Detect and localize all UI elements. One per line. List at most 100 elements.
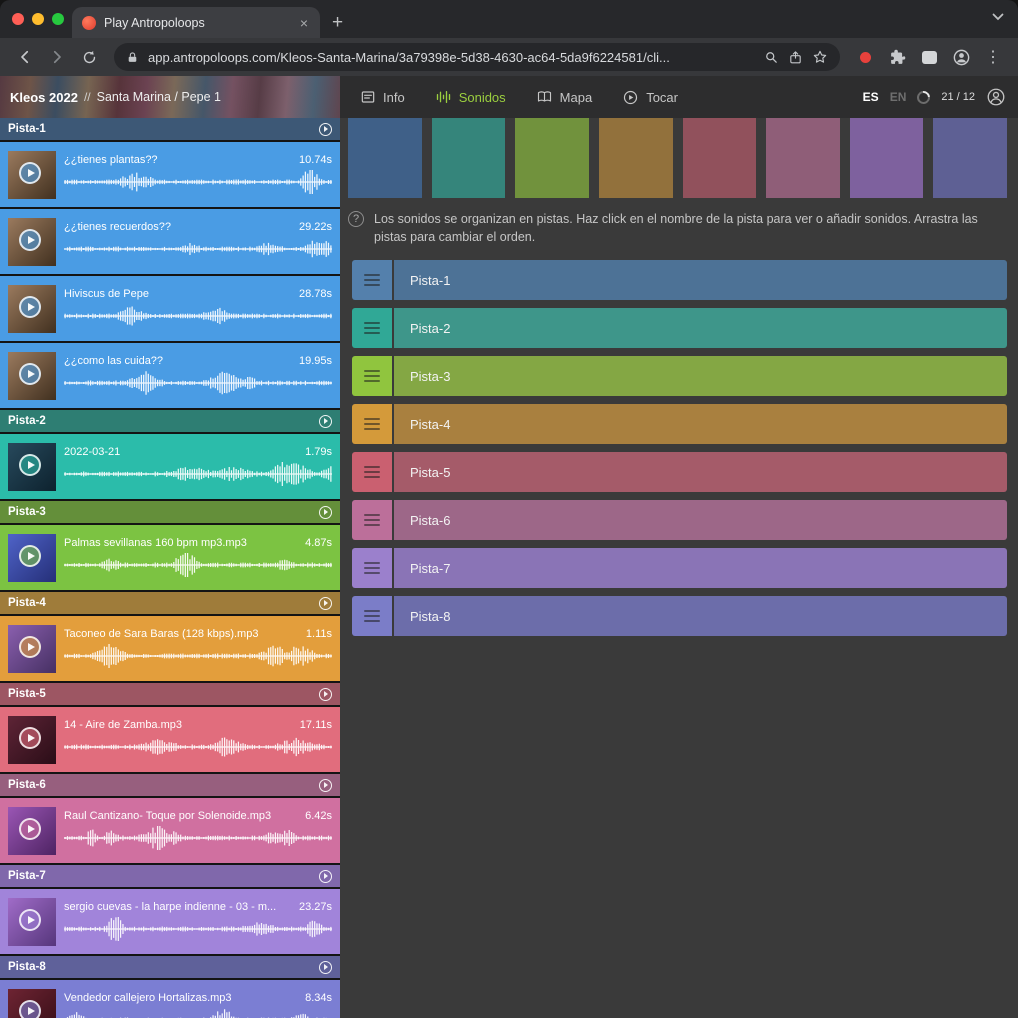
address-bar[interactable]: app.antropoloops.com/Kleos-Santa-Marina/… bbox=[114, 43, 840, 71]
zoom-icon[interactable] bbox=[764, 50, 779, 65]
side-panel-icon[interactable] bbox=[914, 42, 944, 72]
sound-thumbnail[interactable] bbox=[8, 625, 56, 673]
lang-toggle-en[interactable]: EN bbox=[890, 90, 907, 104]
track-row[interactable]: Pista-5 bbox=[352, 452, 1007, 492]
extensions-puzzle-icon[interactable] bbox=[882, 42, 912, 72]
back-button[interactable] bbox=[10, 42, 40, 72]
track-drag-handle[interactable] bbox=[352, 308, 392, 348]
track-play-icon[interactable] bbox=[319, 779, 332, 792]
sound-thumbnail[interactable] bbox=[8, 898, 56, 946]
sound-play-icon[interactable] bbox=[19, 162, 41, 184]
lock-icon[interactable] bbox=[126, 51, 139, 64]
track-play-icon[interactable] bbox=[319, 688, 332, 701]
sidebar-track-header[interactable]: Pista-7 bbox=[0, 865, 340, 887]
clip-swatch[interactable] bbox=[348, 118, 422, 198]
track-row[interactable]: Pista-1 bbox=[352, 260, 1007, 300]
track-drag-handle[interactable] bbox=[352, 356, 392, 396]
track-row-bar[interactable]: Pista-4 bbox=[394, 404, 1007, 444]
track-row[interactable]: Pista-4 bbox=[352, 404, 1007, 444]
track-play-icon[interactable] bbox=[319, 597, 332, 610]
sound-thumbnail[interactable] bbox=[8, 352, 56, 400]
sound-thumbnail[interactable] bbox=[8, 807, 56, 855]
clip-swatch[interactable] bbox=[683, 118, 757, 198]
track-drag-handle[interactable] bbox=[352, 452, 392, 492]
reload-button[interactable] bbox=[74, 42, 104, 72]
nav-tab-sonidos[interactable]: Sonidos bbox=[435, 89, 506, 105]
lang-toggle-es[interactable]: ES bbox=[863, 90, 879, 104]
close-window-button[interactable] bbox=[12, 13, 24, 25]
track-play-icon[interactable] bbox=[319, 415, 332, 428]
sound-play-icon[interactable] bbox=[19, 454, 41, 476]
sound-play-icon[interactable] bbox=[19, 1000, 41, 1018]
track-row-bar[interactable]: Pista-6 bbox=[394, 500, 1007, 540]
breadcrumb-project[interactable]: Kleos 2022 bbox=[10, 90, 78, 105]
forward-button[interactable] bbox=[42, 42, 72, 72]
nav-tab-info[interactable]: Info bbox=[360, 89, 405, 105]
sound-thumbnail[interactable] bbox=[8, 218, 56, 266]
track-play-icon[interactable] bbox=[319, 123, 332, 136]
clip-swatch[interactable] bbox=[850, 118, 924, 198]
track-drag-handle[interactable] bbox=[352, 260, 392, 300]
breadcrumb[interactable]: Kleos 2022 // Santa Marina / Pepe 1 bbox=[0, 76, 340, 118]
track-row[interactable]: Pista-2 bbox=[352, 308, 1007, 348]
sidebar-track-header[interactable]: Pista-2 bbox=[0, 410, 340, 432]
tab-close-icon[interactable]: × bbox=[298, 16, 310, 30]
sound-play-icon[interactable] bbox=[19, 545, 41, 567]
track-drag-handle[interactable] bbox=[352, 548, 392, 588]
sound-item[interactable]: ¿¿tienes recuerdos?? 29.22s bbox=[0, 209, 340, 274]
share-icon[interactable] bbox=[788, 50, 803, 65]
track-row[interactable]: Pista-7 bbox=[352, 548, 1007, 588]
track-row[interactable]: Pista-6 bbox=[352, 500, 1007, 540]
sidebar-track-header[interactable]: Pista-8 bbox=[0, 956, 340, 978]
nav-tab-mapa[interactable]: Mapa bbox=[536, 89, 593, 105]
track-drag-handle[interactable] bbox=[352, 500, 392, 540]
tab-search-chevron-icon[interactable] bbox=[992, 13, 1004, 21]
recording-extension-icon[interactable] bbox=[850, 42, 880, 72]
clip-swatch[interactable] bbox=[933, 118, 1007, 198]
sound-play-icon[interactable] bbox=[19, 229, 41, 251]
sound-item[interactable]: Vendedor callejero Hortalizas.mp3 8.34s bbox=[0, 980, 340, 1018]
track-drag-handle[interactable] bbox=[352, 596, 392, 636]
minimize-window-button[interactable] bbox=[32, 13, 44, 25]
track-row[interactable]: Pista-3 bbox=[352, 356, 1007, 396]
sound-play-icon[interactable] bbox=[19, 818, 41, 840]
browser-profile-avatar[interactable] bbox=[946, 42, 976, 72]
clip-swatch[interactable] bbox=[599, 118, 673, 198]
sound-thumbnail[interactable] bbox=[8, 443, 56, 491]
new-tab-button[interactable]: + bbox=[332, 13, 343, 32]
clip-swatch[interactable] bbox=[515, 118, 589, 198]
nav-tab-tocar[interactable]: Tocar bbox=[622, 89, 678, 106]
sound-thumbnail[interactable] bbox=[8, 989, 56, 1018]
sound-thumbnail[interactable] bbox=[8, 716, 56, 764]
sound-play-icon[interactable] bbox=[19, 296, 41, 318]
sound-item[interactable]: Raul Cantizano- Toque por Solenoide.mp3 … bbox=[0, 798, 340, 863]
sound-item[interactable]: ¿¿tienes plantas?? 10.74s bbox=[0, 142, 340, 207]
sidebar-track-header[interactable]: Pista-6 bbox=[0, 774, 340, 796]
sound-play-icon[interactable] bbox=[19, 363, 41, 385]
sidebar-track-header[interactable]: Pista-5 bbox=[0, 683, 340, 705]
track-play-icon[interactable] bbox=[319, 506, 332, 519]
sidebar-track-header[interactable]: Pista-3 bbox=[0, 501, 340, 523]
sound-play-icon[interactable] bbox=[19, 727, 41, 749]
sound-item[interactable]: Hiviscus de Pepe 28.78s bbox=[0, 276, 340, 341]
sound-item[interactable]: ¿¿como las cuida?? 19.95s bbox=[0, 343, 340, 408]
sidebar-track-header[interactable]: Pista-4 bbox=[0, 592, 340, 614]
url-text[interactable]: app.antropoloops.com/Kleos-Santa-Marina/… bbox=[148, 50, 755, 65]
track-row-bar[interactable]: Pista-5 bbox=[394, 452, 1007, 492]
browser-menu-kebab-icon[interactable]: ⋮ bbox=[978, 42, 1008, 72]
sound-thumbnail[interactable] bbox=[8, 151, 56, 199]
zoom-window-button[interactable] bbox=[52, 13, 64, 25]
sound-item[interactable]: Palmas sevillanas 160 bpm mp3.mp3 4.87s bbox=[0, 525, 340, 590]
clip-swatch[interactable] bbox=[432, 118, 506, 198]
track-row-bar[interactable]: Pista-3 bbox=[394, 356, 1007, 396]
sound-item[interactable]: 2022-03-21 1.79s bbox=[0, 434, 340, 499]
sound-play-icon[interactable] bbox=[19, 636, 41, 658]
breadcrumb-session[interactable]: Santa Marina / Pepe 1 bbox=[97, 90, 221, 104]
clip-swatch[interactable] bbox=[766, 118, 840, 198]
browser-tab[interactable]: Play Antropoloops × bbox=[72, 7, 320, 38]
account-icon[interactable] bbox=[986, 87, 1006, 107]
track-row[interactable]: Pista-8 bbox=[352, 596, 1007, 636]
track-row-bar[interactable]: Pista-1 bbox=[394, 260, 1007, 300]
sound-item[interactable]: Taconeo de Sara Baras (128 kbps).mp3 1.1… bbox=[0, 616, 340, 681]
sound-item[interactable]: 14 - Aire de Zamba.mp3 17.11s bbox=[0, 707, 340, 772]
